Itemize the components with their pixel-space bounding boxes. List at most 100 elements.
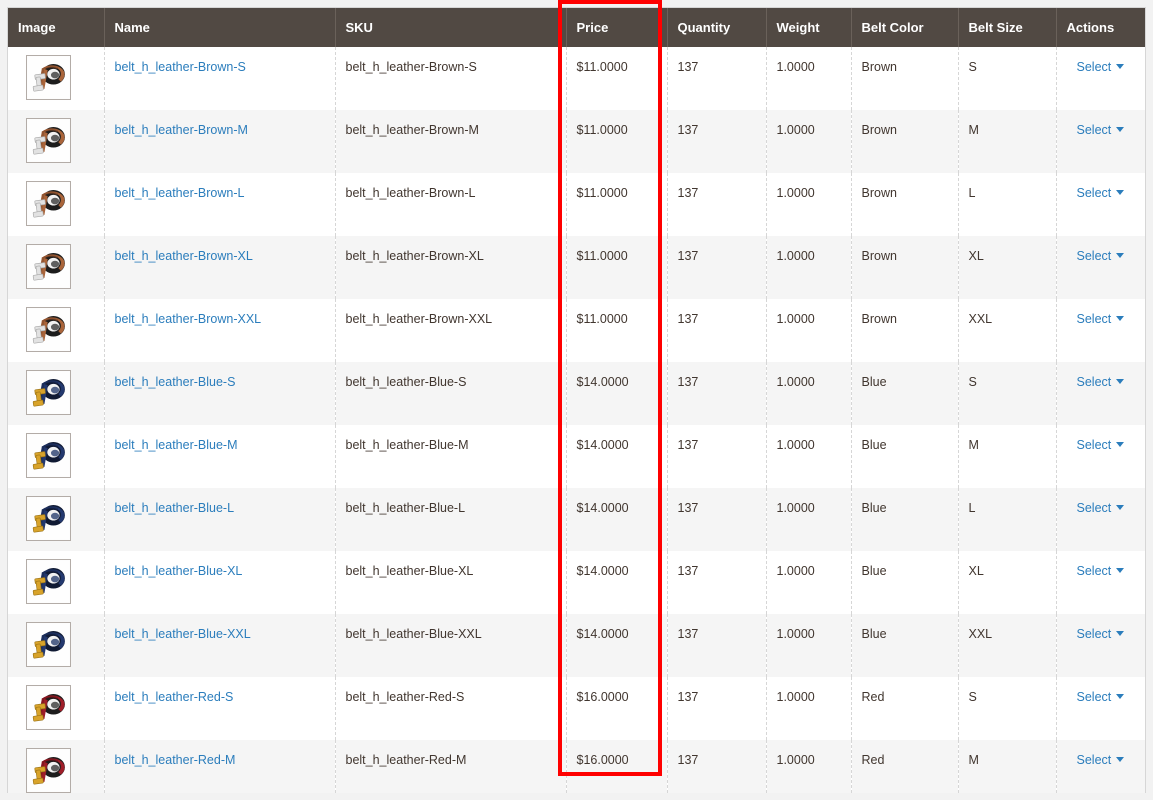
cell-belt-color: Blue bbox=[851, 425, 959, 488]
belt-red-thumbnail bbox=[26, 685, 71, 730]
select-action-link[interactable]: Select bbox=[1077, 60, 1125, 74]
cell-actions: Select bbox=[1056, 488, 1145, 551]
table-row[interactable]: belt_h_leather-Blue-S belt_h_leather-Blue… bbox=[8, 362, 1145, 425]
belt-blue-thumbnail bbox=[26, 433, 71, 478]
select-action-label: Select bbox=[1076, 123, 1112, 137]
cell-price: $11.0000 bbox=[566, 173, 668, 236]
product-name-link[interactable]: belt_h_leather-Blue-M bbox=[115, 438, 238, 452]
select-action-label: Select bbox=[1076, 312, 1112, 326]
product-name-link[interactable]: belt_h_leather-Blue-L bbox=[115, 501, 235, 515]
belt-brown-thumbnail bbox=[26, 181, 71, 226]
product-name-link[interactable]: belt_h_leather-Brown-M bbox=[115, 123, 248, 137]
select-action-link[interactable]: Select bbox=[1077, 627, 1125, 641]
cell-image bbox=[8, 488, 105, 551]
product-name-link[interactable]: belt_h_leather-Blue-S bbox=[115, 375, 236, 389]
select-action-link[interactable]: Select bbox=[1077, 249, 1125, 263]
belt-brown-thumbnail bbox=[26, 307, 71, 352]
column-header-color[interactable]: Belt Color bbox=[851, 8, 959, 47]
select-action-link[interactable]: Select bbox=[1077, 123, 1125, 137]
select-action-label: Select bbox=[1076, 186, 1112, 200]
cell-sku: belt_h_leather-Blue-XXL bbox=[335, 614, 567, 677]
cell-belt-color: Brown bbox=[851, 47, 959, 110]
product-name-link[interactable]: belt_h_leather-Brown-L bbox=[115, 186, 245, 200]
product-grid-container: Image Name SKU Price Quantity Weight Belt Colo… bbox=[7, 7, 1146, 793]
table-row[interactable]: belt_h_leather-Brown-M belt_h_leather-Bro… bbox=[8, 110, 1145, 173]
column-header-quantity[interactable]: Quantity bbox=[667, 8, 767, 47]
cell-image bbox=[8, 551, 105, 614]
cell-image bbox=[8, 299, 105, 362]
chevron-down-icon bbox=[1116, 253, 1125, 258]
select-action-link[interactable]: Select bbox=[1077, 438, 1125, 452]
cell-quantity: 137 bbox=[667, 740, 767, 793]
product-name-link[interactable]: belt_h_leather-Brown-S bbox=[115, 60, 246, 74]
product-name-link[interactable]: belt_h_leather-Red-M bbox=[115, 753, 236, 767]
cell-sku: belt_h_leather-Brown-M bbox=[335, 110, 567, 173]
cell-price: $11.0000 bbox=[566, 236, 668, 299]
table-row[interactable]: belt_h_leather-Brown-S belt_h_leather-Bro… bbox=[8, 47, 1145, 110]
select-action-link[interactable]: Select bbox=[1077, 501, 1125, 515]
cell-price: $16.0000 bbox=[566, 740, 668, 793]
cell-price: $14.0000 bbox=[566, 614, 668, 677]
cell-quantity: 137 bbox=[667, 677, 767, 740]
cell-actions: Select bbox=[1056, 551, 1145, 614]
select-action-link[interactable]: Select bbox=[1077, 564, 1125, 578]
column-header-price[interactable]: Price bbox=[566, 8, 668, 47]
select-action-link[interactable]: Select bbox=[1077, 186, 1125, 200]
grid-body: belt_h_leather-Brown-S belt_h_leather-Bro… bbox=[8, 47, 1145, 793]
column-header-size[interactable]: Belt Size bbox=[958, 8, 1057, 47]
cell-belt-size: M bbox=[958, 110, 1057, 173]
cell-sku: belt_h_leather-Brown-XXL bbox=[335, 299, 567, 362]
cell-actions: Select bbox=[1056, 677, 1145, 740]
cell-sku: belt_h_leather-Blue-S bbox=[335, 362, 567, 425]
cell-actions: Select bbox=[1056, 110, 1145, 173]
cell-name: belt_h_leather-Brown-XXL bbox=[104, 299, 336, 362]
cell-belt-size: XL bbox=[958, 236, 1057, 299]
product-name-link[interactable]: belt_h_leather-Brown-XXL bbox=[115, 312, 262, 326]
cell-quantity: 137 bbox=[667, 299, 767, 362]
belt-blue-thumbnail bbox=[26, 370, 71, 415]
cell-belt-size: XXL bbox=[958, 299, 1057, 362]
page-background: Image Name SKU Price Quantity Weight Belt Colo… bbox=[0, 0, 1153, 800]
cell-belt-color: Brown bbox=[851, 110, 959, 173]
cell-weight: 1.0000 bbox=[766, 551, 852, 614]
chevron-down-icon bbox=[1116, 568, 1125, 573]
cell-name: belt_h_leather-Red-S bbox=[104, 677, 336, 740]
table-row[interactable]: belt_h_leather-Blue-M belt_h_leather-Blue… bbox=[8, 425, 1145, 488]
table-row[interactable]: belt_h_leather-Blue-L belt_h_leather-Blue… bbox=[8, 488, 1145, 551]
column-header-sku[interactable]: SKU bbox=[335, 8, 567, 47]
product-name-link[interactable]: belt_h_leather-Blue-XXL bbox=[115, 627, 251, 641]
select-action-link[interactable]: Select bbox=[1077, 690, 1125, 704]
product-name-link[interactable]: belt_h_leather-Red-S bbox=[115, 690, 234, 704]
select-action-link[interactable]: Select bbox=[1077, 312, 1125, 326]
cell-name: belt_h_leather-Red-M bbox=[104, 740, 336, 793]
cell-belt-size: M bbox=[958, 425, 1057, 488]
column-header-image[interactable]: Image bbox=[8, 8, 105, 47]
table-row[interactable]: belt_h_leather-Brown-XXL belt_h_leather-B… bbox=[8, 299, 1145, 362]
table-row[interactable]: belt_h_leather-Red-S belt_h_leather-Red-S… bbox=[8, 677, 1145, 740]
column-header-name[interactable]: Name bbox=[104, 8, 336, 47]
column-header-actions[interactable]: Actions bbox=[1056, 8, 1145, 47]
table-row[interactable]: belt_h_leather-Brown-L belt_h_leather-Bro… bbox=[8, 173, 1145, 236]
product-name-link[interactable]: belt_h_leather-Blue-XL bbox=[115, 564, 243, 578]
cell-belt-size: S bbox=[958, 677, 1057, 740]
cell-belt-size: S bbox=[958, 47, 1057, 110]
select-action-link[interactable]: Select bbox=[1077, 375, 1125, 389]
chevron-down-icon bbox=[1116, 190, 1125, 195]
belt-brown-thumbnail bbox=[26, 244, 71, 289]
select-action-link[interactable]: Select bbox=[1077, 753, 1125, 767]
product-name-link[interactable]: belt_h_leather-Brown-XL bbox=[115, 249, 253, 263]
cell-actions: Select bbox=[1056, 299, 1145, 362]
table-row[interactable]: belt_h_leather-Brown-XL belt_h_leather-Br… bbox=[8, 236, 1145, 299]
table-row[interactable]: belt_h_leather-Blue-XXL belt_h_leather-Bl… bbox=[8, 614, 1145, 677]
chevron-down-icon bbox=[1116, 442, 1125, 447]
table-row[interactable]: belt_h_leather-Red-M belt_h_leather-Red-M… bbox=[8, 740, 1145, 793]
cell-weight: 1.0000 bbox=[766, 299, 852, 362]
cell-belt-size: XL bbox=[958, 551, 1057, 614]
select-action-label: Select bbox=[1076, 249, 1112, 263]
cell-actions: Select bbox=[1056, 614, 1145, 677]
cell-image bbox=[8, 47, 105, 110]
cell-name: belt_h_leather-Brown-M bbox=[104, 110, 336, 173]
table-row[interactable]: belt_h_leather-Blue-XL belt_h_leather-Blu… bbox=[8, 551, 1145, 614]
column-header-weight[interactable]: Weight bbox=[766, 8, 852, 47]
cell-name: belt_h_leather-Brown-S bbox=[104, 47, 336, 110]
